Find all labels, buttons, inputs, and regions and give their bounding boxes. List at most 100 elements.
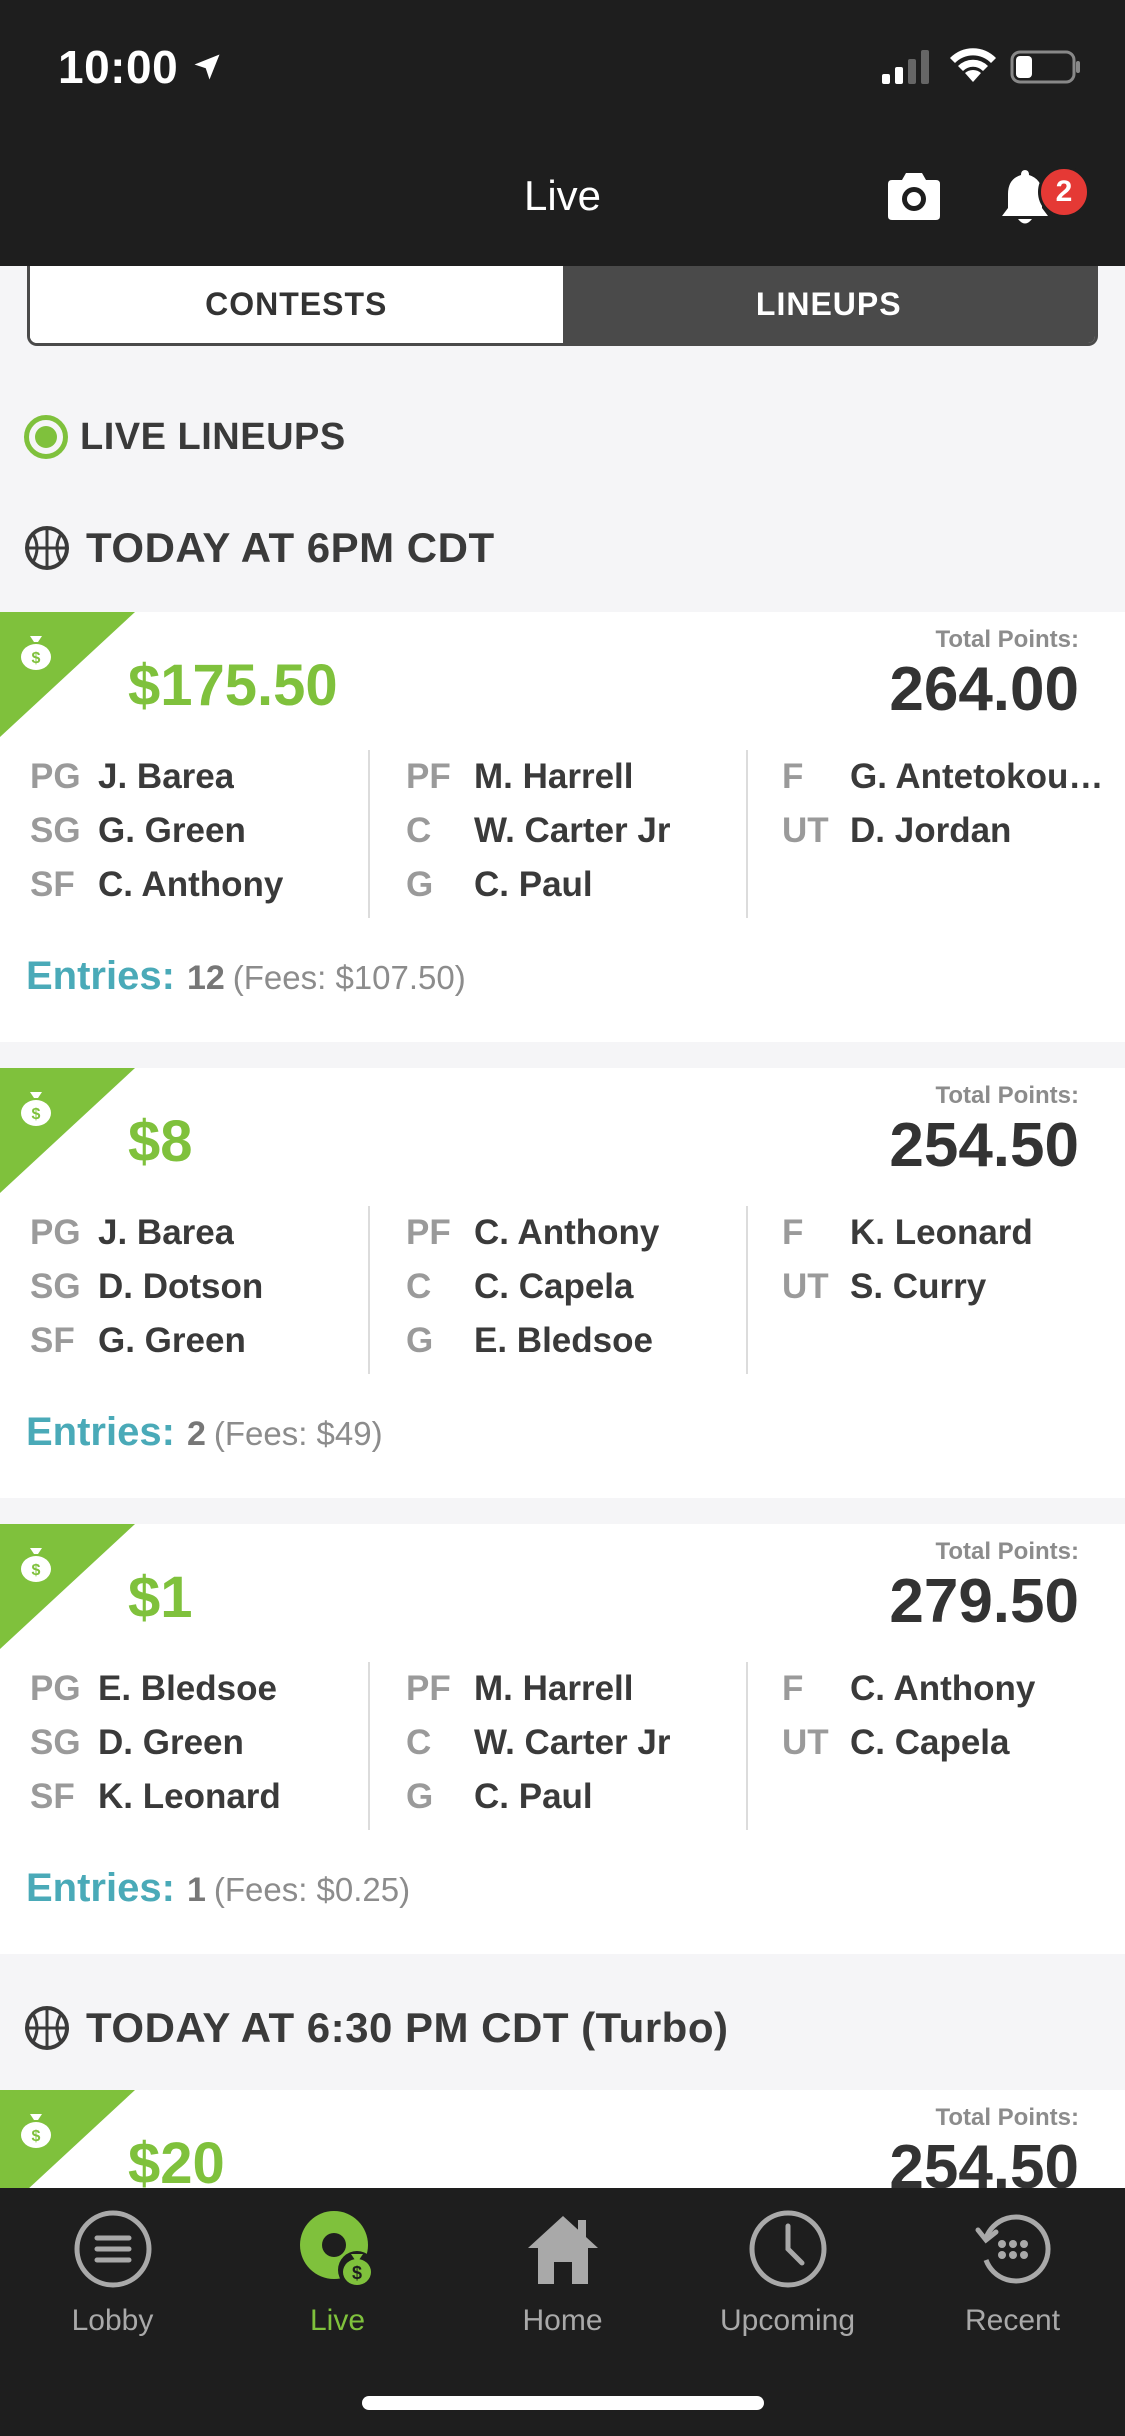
position-label: SG: [30, 811, 81, 850]
player-name: M. Harrell: [474, 757, 634, 796]
svg-text:$: $: [32, 650, 41, 667]
player-name: W. Carter Jr: [474, 1723, 671, 1762]
player-name: J. Barea: [98, 757, 235, 796]
position-label: PF: [406, 757, 451, 796]
tab-lineups[interactable]: LINEUPS: [562, 266, 1095, 343]
lineup-row: C W. Carter Jr: [406, 1716, 746, 1770]
position-label: F: [782, 1669, 804, 1708]
prize-amount: $175.50: [128, 653, 338, 718]
position-label: SG: [30, 1723, 81, 1762]
home-indicator[interactable]: [362, 2396, 764, 2410]
battery-icon: [1010, 50, 1080, 84]
lineup-row: SG G. Green: [30, 804, 368, 858]
live-money-icon: $: [299, 2211, 376, 2289]
cellular-signal-icon: [882, 50, 929, 84]
player-name: G. Antetokou…: [850, 757, 1104, 796]
player-name: G. Green: [98, 1321, 246, 1360]
position-label: UT: [782, 811, 829, 850]
entries-fees: (Fees: $107.50): [232, 959, 466, 996]
basketball-icon: [25, 526, 69, 570]
top-bar: 10:00 Live 2: [0, 0, 1125, 266]
history-icon: [975, 2214, 1051, 2284]
player-name: E. Bledsoe: [474, 1321, 653, 1360]
lineup-row: G E. Bledsoe: [406, 1314, 746, 1368]
lineup-column: PF C. Anthony C C. Capela G E. Bledsoe: [368, 1206, 746, 1374]
lineup-card[interactable]: $ $175.50 Total Points: 264.00 PG J. Bare…: [0, 612, 1125, 1042]
lineup-row: G C. Paul: [406, 1770, 746, 1824]
position-label: G: [406, 865, 434, 904]
player-name: C. Paul: [474, 1777, 593, 1816]
live-lineups-label: LIVE LINEUPS: [80, 415, 346, 458]
lineup-row: F K. Leonard: [782, 1206, 1125, 1260]
tab-label: Recent: [964, 2304, 1061, 2337]
tab-lobby[interactable]: Lobby: [0, 2208, 225, 2338]
player-name: M. Harrell: [474, 1669, 634, 1708]
tab-recent[interactable]: Recent: [900, 2208, 1125, 2338]
position-label: F: [782, 757, 804, 796]
total-points-label: Total Points:: [935, 2104, 1079, 2131]
prize-ribbon: [0, 1068, 135, 1193]
player-name: E. Bledsoe: [98, 1669, 277, 1708]
money-bag-icon: $: [21, 1548, 51, 1582]
player-name: S. Curry: [850, 1267, 987, 1306]
svg-text:$: $: [32, 2128, 41, 2145]
position-label: PG: [30, 757, 81, 796]
position-label: UT: [782, 1723, 829, 1762]
tab-label: Home: [522, 2304, 603, 2337]
entries-count: 2: [186, 1415, 206, 1453]
player-name: D. Jordan: [850, 811, 1012, 850]
wifi-icon: [950, 48, 996, 82]
clock-icon: [749, 2210, 826, 2288]
player-name: C. Capela: [850, 1723, 1010, 1762]
lineup-column: PG J. Barea SG G. Green SF C. Anthony: [30, 750, 368, 918]
lineup-row: SF C. Anthony: [30, 858, 368, 912]
notification-badge[interactable]: 2: [1038, 166, 1090, 218]
lineup-column: PG J. Barea SG D. Dotson SF G. Green: [30, 1206, 368, 1374]
player-name: G. Green: [98, 811, 246, 850]
lineup-row: PF C. Anthony: [406, 1206, 746, 1260]
position-label: C: [406, 1267, 432, 1306]
group-heading-label: TODAY AT 6PM CDT: [86, 524, 495, 571]
tab-upcoming[interactable]: Upcoming: [675, 2208, 900, 2338]
entries-fees: (Fees: $0.25): [213, 1871, 411, 1908]
position-label: SF: [30, 1321, 75, 1360]
home-icon: [527, 2216, 598, 2284]
entries-count: 12: [186, 959, 225, 997]
tab-contests[interactable]: CONTESTS: [30, 266, 563, 343]
lineup-row: PF M. Harrell: [406, 750, 746, 804]
prize-ribbon: [0, 612, 135, 737]
player-name: K. Leonard: [98, 1777, 281, 1816]
player-name: D. Green: [98, 1723, 244, 1762]
tab-label: Live: [309, 2304, 366, 2337]
position-label: UT: [782, 1267, 829, 1306]
lineup-column: F G. Antetokou… UT D. Jordan: [746, 750, 1125, 918]
location-arrow-icon: [194, 54, 220, 80]
lineup-card[interactable]: $ $8 Total Points: 254.50 PG J. Barea SG D…: [0, 1068, 1125, 1498]
prize-amount: $20: [128, 2131, 225, 2188]
lineup-card[interactable]: $ $20 Total Points: 254.50: [0, 2090, 1125, 2188]
position-label: C: [406, 811, 432, 850]
page-title: Live: [523, 172, 602, 219]
entries-count: 1: [186, 1871, 206, 1909]
prize-amount: $8: [128, 1109, 193, 1174]
entries-label: Entries:: [26, 1410, 175, 1454]
lineup-row: G C. Paul: [406, 858, 746, 912]
entries-label: Entries:: [26, 954, 175, 998]
player-name: C. Anthony: [98, 865, 284, 904]
group-heading-label: TODAY AT 6:30 PM CDT (Turbo): [86, 2004, 729, 2051]
lineup-row: PG E. Bledsoe: [30, 1662, 368, 1716]
lineup-row: SF G. Green: [30, 1314, 368, 1368]
lineup-row: F G. Antetokou…: [782, 750, 1125, 804]
lineup-row: PF M. Harrell: [406, 1662, 746, 1716]
tab-home[interactable]: Home: [450, 2208, 675, 2338]
lineup-row: UT S. Curry: [782, 1260, 1125, 1314]
lineup-card[interactable]: $ $1 Total Points: 279.50 PG E. Bledsoe S…: [0, 1524, 1125, 1954]
lineup-row: PG J. Barea: [30, 1206, 368, 1260]
camera-icon[interactable]: [884, 170, 944, 222]
lineup-row: C W. Carter Jr: [406, 804, 746, 858]
entries-label: Entries:: [26, 1866, 175, 1910]
svg-text:$: $: [32, 1106, 41, 1123]
tab-live[interactable]: $ Live: [225, 2208, 450, 2338]
total-points-label: Total Points:: [935, 1082, 1079, 1109]
entries-summary: Entries: 1 (Fees: $0.25): [26, 1866, 410, 1911]
